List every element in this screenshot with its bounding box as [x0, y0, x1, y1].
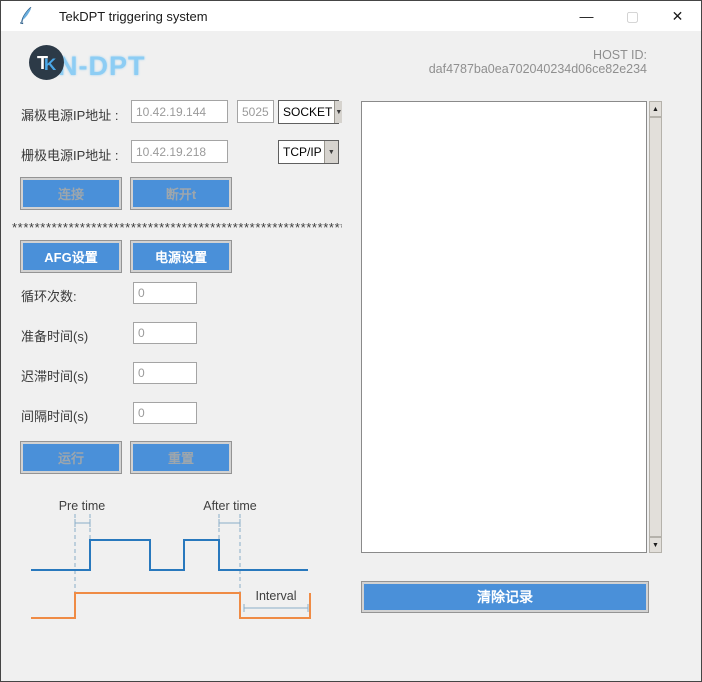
loop-count-input[interactable] [133, 282, 197, 304]
app-window: TekDPT triggering system — ▢ ✕ N-DPT T K… [0, 0, 702, 682]
interval-label: Interval [256, 589, 297, 603]
asterisk-separator: ****************************************… [12, 220, 342, 235]
chevron-down-icon[interactable]: ▼ [324, 141, 338, 163]
gate-ip-input[interactable] [131, 140, 228, 163]
run-button[interactable]: 运行 [21, 442, 121, 473]
drain-protocol-value: SOCKET [279, 101, 334, 123]
close-button[interactable]: ✕ [655, 1, 700, 31]
delay-time-input[interactable] [133, 362, 197, 384]
drain-ip-input[interactable] [131, 100, 228, 123]
prepare-time-input[interactable] [133, 322, 197, 344]
interval-time-label: 间隔时间(s) [21, 406, 88, 425]
log-output[interactable] [361, 101, 647, 553]
reset-button[interactable]: 重置 [131, 442, 231, 473]
drain-port-input[interactable] [237, 100, 274, 123]
loop-count-label: 循环次数: [21, 286, 77, 305]
maximize-button[interactable]: ▢ [610, 1, 655, 31]
logo-wordmark: N-DPT [58, 51, 146, 82]
prepare-time-label: 准备时间(s) [21, 326, 88, 345]
drain-protocol-select[interactable]: SOCKET ▼ [278, 100, 339, 124]
minimize-button[interactable]: — [564, 1, 609, 31]
svg-text:K: K [44, 55, 57, 74]
host-id-label: HOST ID: daf4787ba0ea702040234d06ce82e23… [391, 48, 647, 76]
after-time-label: After time [203, 499, 257, 513]
gate-protocol-select[interactable]: TCP/IP ▼ [278, 140, 339, 164]
pre-time-label: Pre time [59, 499, 106, 513]
chevron-down-icon[interactable]: ▼ [334, 101, 342, 123]
gate-ip-label: 栅极电源IP地址 : [21, 145, 119, 164]
feather-icon [18, 6, 33, 26]
title-bar: TekDPT triggering system — ▢ ✕ [1, 1, 701, 31]
timing-diagram: Pre time After time Interval [11, 496, 341, 636]
gate-protocol-value: TCP/IP [279, 141, 324, 163]
logo-tk-icon: T K [28, 44, 65, 81]
power-settings-button[interactable]: 电源设置 [131, 241, 231, 272]
clear-log-button[interactable]: 清除记录 [362, 582, 648, 612]
afg-settings-button[interactable]: AFG设置 [21, 241, 121, 272]
interval-time-input[interactable] [133, 402, 197, 424]
connect-button[interactable]: 连接 [21, 178, 121, 209]
drain-ip-label: 漏极电源IP地址 : [21, 105, 119, 124]
scroll-down-icon[interactable]: ▼ [649, 537, 662, 553]
scroll-up-icon[interactable]: ▲ [649, 101, 662, 117]
log-scrollbar[interactable]: ▲ ▼ [649, 101, 662, 553]
delay-time-label: 迟滞时间(s) [21, 366, 88, 385]
scrollbar-thumb[interactable] [649, 117, 662, 537]
window-title: TekDPT triggering system [59, 9, 208, 24]
disconnect-button[interactable]: 断开t [131, 178, 231, 209]
